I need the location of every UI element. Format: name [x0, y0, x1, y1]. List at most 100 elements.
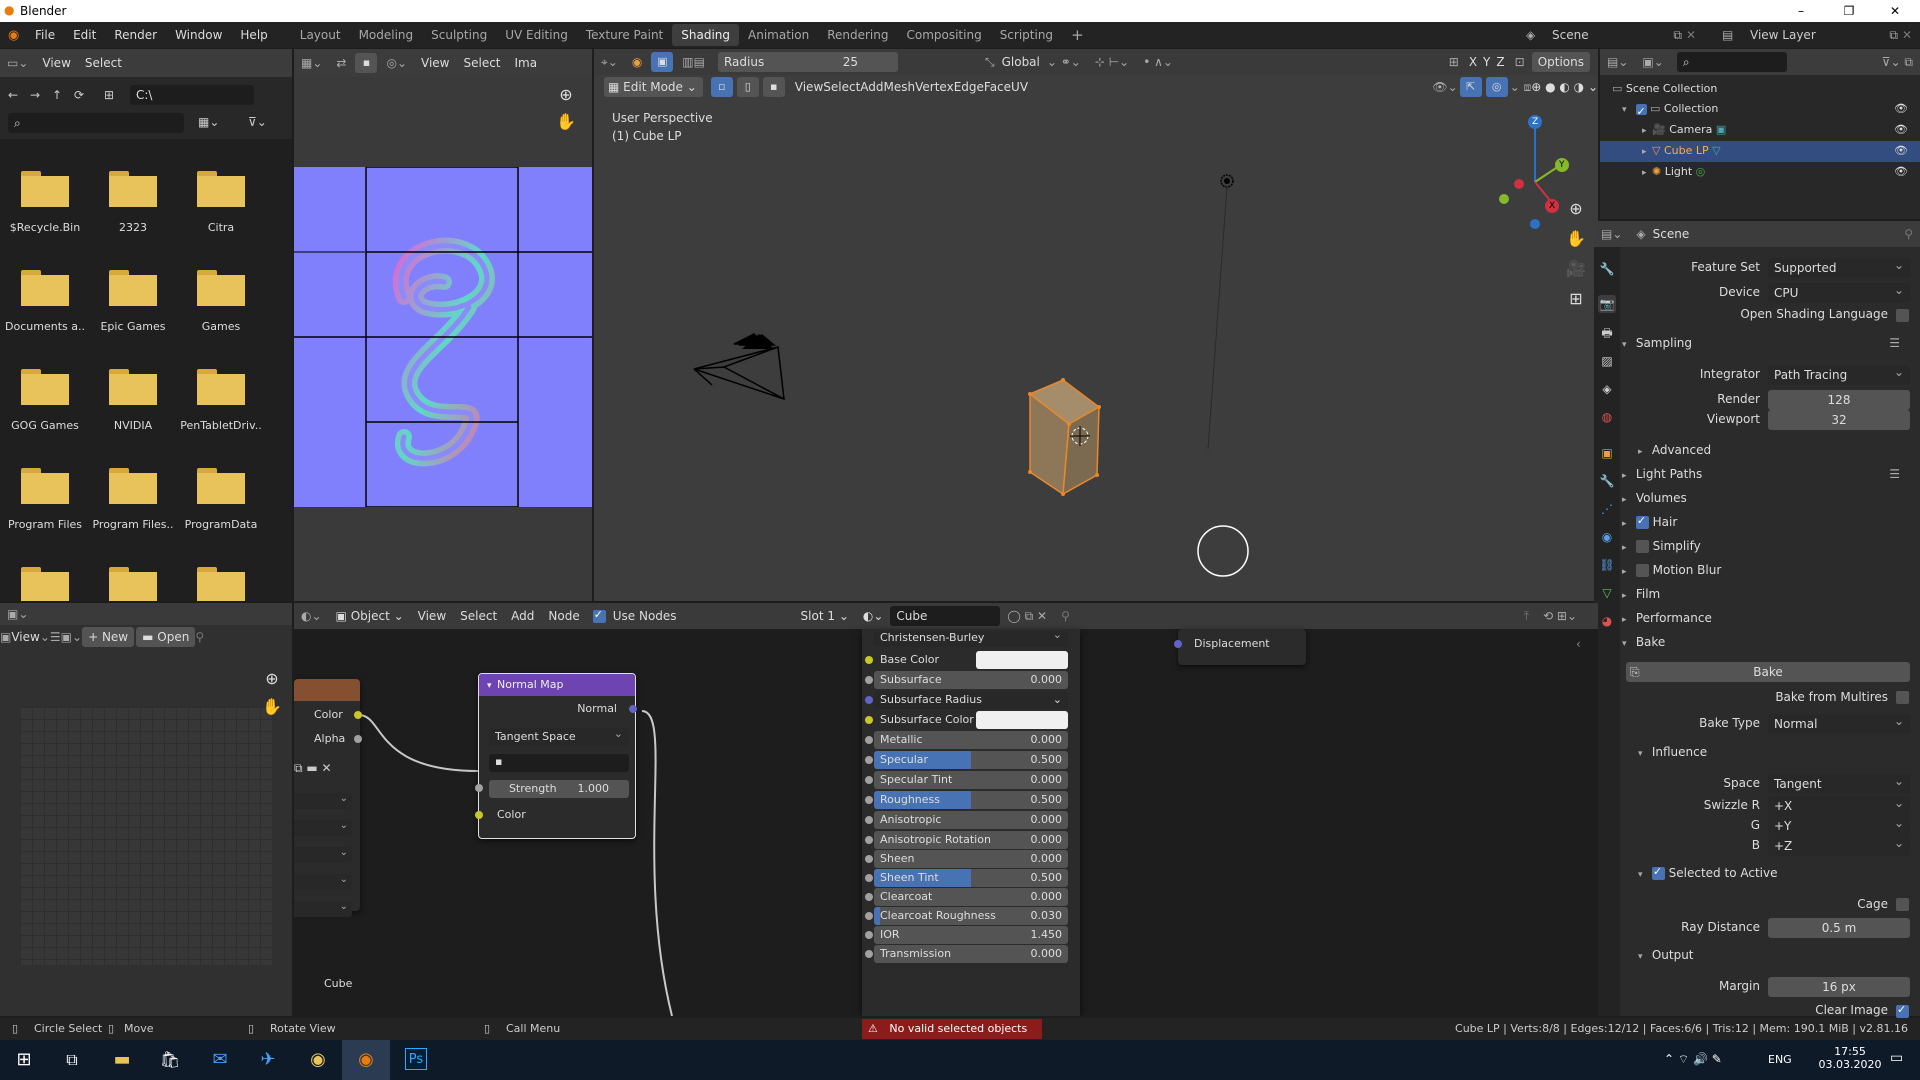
- eye-icon[interactable]: 👁: [1894, 99, 1908, 119]
- add-workspace-icon[interactable]: +: [1062, 24, 1093, 46]
- motion-blur-checkbox[interactable]: [1635, 564, 1649, 577]
- tab-texture-paint[interactable]: Texture Paint: [577, 24, 672, 46]
- panel-performance[interactable]: ▸ Performance: [1622, 611, 1912, 631]
- color-input-socket[interactable]: [475, 811, 483, 819]
- select-mode-icon[interactable]: ▪: [355, 53, 378, 73]
- minimize-button[interactable]: –: [1778, 0, 1824, 22]
- eye-icon[interactable]: 👁: [1894, 120, 1908, 140]
- image-browse-icon[interactable]: ⧉ ▬ ✕: [294, 761, 332, 776]
- camera-view-icon[interactable]: 🎥: [1556, 254, 1596, 284]
- pan-hand-icon[interactable]: ✋: [258, 693, 286, 721]
- bsdf-input-row[interactable]: Clearcoat 0.000: [865, 888, 1068, 906]
- render-tab-icon[interactable]: 📷: [1598, 295, 1616, 313]
- bsdf-input-row[interactable]: Transmission 0.000: [865, 945, 1068, 963]
- selected-to-active-checkbox[interactable]: [1651, 865, 1665, 880]
- outliner-item-light[interactable]: ▸ ✺ Light ◎ 👁: [1612, 162, 1920, 183]
- pin-icon[interactable]: ⚲: [195, 630, 204, 644]
- menu-window[interactable]: Window: [166, 22, 231, 48]
- input-socket[interactable]: [865, 696, 873, 704]
- tab-sculpting[interactable]: Sculpting: [422, 24, 496, 46]
- folder-item[interactable]: [191, 567, 251, 601]
- bsdf-input-row[interactable]: Anisotropic 0.000: [865, 811, 1068, 829]
- uv-menu-select[interactable]: Select: [456, 56, 507, 70]
- collection-visible-checkbox[interactable]: [1635, 102, 1647, 122]
- input-socket[interactable]: [865, 893, 873, 901]
- color-swatch[interactable]: [976, 651, 1068, 669]
- pan-hand-icon[interactable]: ✋: [552, 112, 580, 131]
- parent-dir-icon[interactable]: ↑: [52, 88, 74, 102]
- menu-edit[interactable]: Edit: [64, 22, 105, 48]
- view-layer-tab-icon[interactable]: ▨: [1598, 352, 1616, 370]
- eye-icon[interactable]: 👁: [1894, 162, 1908, 182]
- modifier-tab-icon[interactable]: 🔧: [1598, 472, 1616, 490]
- blender-menu-icon[interactable]: ◉: [8, 28, 26, 43]
- input-socket[interactable]: [865, 950, 873, 958]
- bsdf-input-row[interactable]: Sheen 0.000: [865, 850, 1068, 868]
- folder-item[interactable]: Program Files..: [92, 468, 174, 531]
- error-report[interactable]: ⚠ No valid selected objects: [862, 1019, 1042, 1039]
- tab-compositing[interactable]: Compositing: [897, 24, 990, 46]
- menu-render[interactable]: Render: [105, 22, 166, 48]
- output-tab-icon[interactable]: 🖶: [1598, 324, 1616, 342]
- tool-tab-icon[interactable]: 🔧: [1598, 260, 1616, 278]
- menu-help[interactable]: Help: [231, 22, 276, 48]
- alpha-output-socket[interactable]: [354, 735, 362, 743]
- editor-type-icon[interactable]: ▣⌄: [0, 607, 35, 621]
- tab-animation[interactable]: Animation: [739, 24, 818, 46]
- feature-set-dropdown[interactable]: Supported: [1768, 255, 1910, 278]
- input-socket[interactable]: [865, 716, 873, 724]
- material-tab-icon[interactable]: ◕: [1598, 612, 1616, 630]
- input-socket[interactable]: [865, 756, 873, 764]
- normal-map-node[interactable]: ▾Normal Map Normal Tangent Space ▪ Stren…: [475, 673, 637, 839]
- bsdf-input-row[interactable]: Clearcoat Roughness 0.030: [865, 907, 1068, 925]
- clock[interactable]: 17:55 03.03.2020: [1812, 1045, 1888, 1071]
- tab-layout[interactable]: Layout: [291, 24, 350, 46]
- chrome-icon[interactable]: ◉: [294, 1040, 342, 1080]
- uv-sync-icon[interactable]: ⇄: [329, 56, 353, 70]
- bsdf-input-row[interactable]: Metallic 0.000: [865, 731, 1068, 749]
- refresh-icon[interactable]: ⟳: [74, 88, 104, 102]
- panel-motion-blur[interactable]: ▸ Motion Blur: [1622, 563, 1912, 583]
- panel-light-paths[interactable]: ▸ Light Paths ☰: [1622, 467, 1912, 487]
- windows-start-icon[interactable]: ⊞: [0, 1040, 48, 1080]
- list-icon[interactable]: ☰: [1889, 467, 1900, 481]
- input-socket[interactable]: [865, 776, 873, 784]
- gizmo-x-label[interactable]: X: [1549, 201, 1555, 211]
- close-button[interactable]: ✕: [1872, 0, 1918, 22]
- folder-item[interactable]: Citra: [191, 171, 251, 234]
- panel-output[interactable]: ▾ Output: [1622, 948, 1912, 968]
- open-image-button[interactable]: ▬ Open: [136, 627, 196, 647]
- new-image-button[interactable]: + New: [82, 627, 135, 647]
- space-dropdown[interactable]: Tangent Space: [489, 725, 629, 746]
- displacement-input-socket[interactable]: [1174, 640, 1182, 648]
- store-icon[interactable]: 🛍: [146, 1040, 194, 1080]
- back-icon[interactable]: ←: [8, 88, 30, 102]
- input-socket[interactable]: [865, 796, 873, 804]
- bsdf-input-row[interactable]: Subsurface 0.000: [865, 671, 1068, 689]
- task-view-icon[interactable]: ⧉: [48, 1040, 96, 1080]
- colorspace-dropdown[interactable]: ⌄: [294, 874, 352, 890]
- input-socket[interactable]: [865, 874, 873, 882]
- file-menu-view[interactable]: View: [35, 56, 77, 70]
- delete-scene-icon[interactable]: ✕: [1686, 28, 1696, 42]
- panel-selected-to-active[interactable]: ▾ Selected to Active: [1622, 865, 1912, 886]
- outliner-item-camera[interactable]: ▸ 🎥 Camera ▣ 👁: [1612, 120, 1920, 141]
- folder-item[interactable]: [15, 567, 75, 601]
- app-icon[interactable]: ✈: [244, 1040, 292, 1080]
- extension-dropdown[interactable]: ⌄: [294, 847, 352, 863]
- delete-view-layer-icon[interactable]: ✕: [1902, 28, 1912, 42]
- photoshop-icon[interactable]: Ps: [392, 1040, 440, 1080]
- new-scene-icon[interactable]: ⧉: [1673, 28, 1682, 43]
- uv-map-field[interactable]: ▪: [489, 754, 629, 772]
- bsdf-input-row[interactable]: Specular Tint 0.000: [865, 771, 1068, 789]
- tab-scripting[interactable]: Scripting: [991, 24, 1062, 46]
- input-socket[interactable]: [865, 816, 873, 824]
- editor-type-icon[interactable]: ▤⌄: [1600, 55, 1635, 69]
- ortho-grid-icon[interactable]: ⊞: [1556, 284, 1596, 314]
- simplify-checkbox[interactable]: [1635, 540, 1649, 553]
- folder-item[interactable]: Program Files: [8, 468, 82, 531]
- alpha-mode-dropdown[interactable]: ⌄: [294, 901, 352, 917]
- image-browse-icon[interactable]: ▣⌄: [61, 630, 82, 644]
- folder-item[interactable]: $Recycle.Bin: [10, 171, 80, 234]
- normal-map-node-header[interactable]: ▾ Normal Map: [479, 674, 635, 696]
